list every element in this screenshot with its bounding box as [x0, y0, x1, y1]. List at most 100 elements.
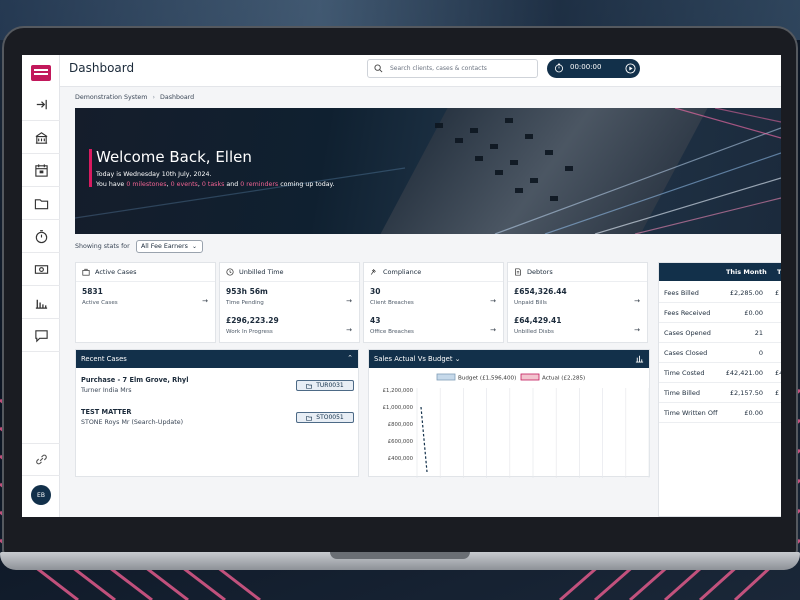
chart-title: Sales Actual Vs Budget	[374, 355, 453, 363]
case-client: Turner India Mrs	[81, 387, 132, 394]
sales-chart-panel: Sales Actual Vs Budget ⌄ Budget (£1,596,…	[368, 349, 650, 478]
search-icon	[374, 64, 383, 73]
arrow-right-icon[interactable]: →	[490, 297, 496, 305]
row-label: Fees Received	[664, 309, 711, 317]
accent-bar	[89, 149, 92, 187]
card-title: Active Cases	[95, 268, 137, 276]
money-icon	[34, 264, 48, 274]
recent-cases-panel: Recent Cases ⌃ Purchase - 7 Elm Grove, R…	[75, 349, 359, 477]
milestones-link[interactable]: 0 milestones	[126, 181, 166, 188]
column-header-truncated: T	[777, 268, 781, 276]
active-cases-label: Active Cases	[82, 300, 118, 306]
tasks-link[interactable]: 0 tasks	[202, 181, 225, 188]
wip-value: £296,223.29	[226, 316, 279, 325]
expand-sidebar-button[interactable]	[22, 88, 60, 121]
card-header: Compliance	[370, 268, 421, 276]
arrow-right-icon[interactable]: →	[634, 297, 640, 305]
breadcrumb-separator: ›	[152, 94, 155, 101]
list-item[interactable]: Purchase - 7 Elm Grove, Rhyl Turner Indi…	[81, 376, 356, 404]
sidebar-item-documents[interactable]	[22, 187, 60, 220]
case-title[interactable]: Purchase - 7 Elm Grove, Rhyl	[81, 376, 188, 384]
debtors-card: Debtors £654,326.44 Unpaid Bills → £64,4…	[507, 262, 648, 343]
sidebar-item-time[interactable]	[22, 220, 60, 253]
row-value-this-month: 0	[758, 349, 763, 357]
card-header: Active Cases	[82, 268, 136, 276]
compliance-card: Compliance 30 Client Breaches → 43 Offic…	[363, 262, 504, 343]
table-header: This Month T	[659, 263, 781, 281]
breadcrumb-item[interactable]: Demonstration System	[75, 94, 147, 101]
chevron-up-icon[interactable]: ⌃	[347, 354, 353, 362]
row-value-this-month: 21	[754, 329, 763, 337]
brand-logo[interactable]	[31, 65, 51, 81]
search-input[interactable]	[390, 62, 535, 75]
folder-icon	[306, 415, 313, 421]
table-row: Fees Received £0.00	[659, 303, 781, 323]
chart-type-icon[interactable]	[635, 354, 644, 365]
row-value-truncated: £	[775, 289, 780, 297]
row-label: Cases Opened	[664, 329, 711, 337]
app-screen: EB Dashboard 00:00:00 Demonstration Syst…	[22, 55, 781, 517]
y-tick-label: £600,000	[388, 439, 414, 445]
table-row: Cases Opened 21	[659, 323, 781, 343]
search-box[interactable]	[367, 59, 538, 78]
legend-swatch	[520, 373, 540, 381]
breadcrumb-item: Dashboard	[159, 94, 195, 101]
table-row: Cases Closed 0	[659, 343, 781, 363]
case-reference-badge[interactable]: TUR0031	[296, 380, 354, 391]
row-label: Time Costed	[664, 369, 705, 377]
arrow-right-icon[interactable]: →	[202, 297, 208, 305]
welcome-title: Welcome Back, Ellen	[96, 148, 252, 166]
y-tick-label: £1,200,000	[383, 388, 414, 394]
arrow-right-icon[interactable]: →	[346, 297, 352, 305]
unbilled-disbs-label: Unbilled Disbs	[514, 329, 554, 335]
fee-earner-select[interactable]: All Fee Earners ⌄	[136, 240, 203, 253]
arrow-right-icon[interactable]: →	[634, 326, 640, 334]
sidebar-item-calendar[interactable]	[22, 154, 60, 187]
legend-label: Budget (£1,596,400)	[458, 376, 516, 382]
case-reference-badge[interactable]: STO0051	[296, 412, 354, 423]
row-value-truncated: £4	[775, 369, 781, 377]
client-breaches-label: Client Breaches	[370, 300, 414, 306]
row-value-this-month: £2,157.50	[729, 389, 763, 397]
office-breaches-label: Office Breaches	[370, 329, 414, 335]
sidebar-item-reports[interactable]	[22, 286, 60, 319]
y-tick-label: £1,000,000	[383, 405, 414, 411]
arrow-right-icon[interactable]: →	[490, 326, 496, 334]
sidebar-item-messages[interactable]	[22, 319, 60, 352]
panel-title[interactable]: Sales Actual Vs Budget ⌄	[374, 355, 460, 363]
card-title: Unbilled Time	[239, 268, 284, 276]
unbilled-time-card: Unbilled Time 953h 56m Time Pending → £2…	[219, 262, 360, 343]
row-value-this-month: £0.00	[744, 309, 763, 317]
sidebar-item-billing[interactable]	[22, 253, 60, 286]
y-tick-label: £800,000	[388, 422, 414, 428]
summary-text: You have	[96, 181, 127, 188]
top-bar: Dashboard 00:00:00	[60, 55, 781, 87]
active-cases-card: Active Cases 5831 Active Cases →	[75, 262, 216, 343]
table-row: Time Written Off £0.00	[659, 403, 781, 423]
link-icon	[35, 454, 47, 465]
sidebar-item-cases[interactable]	[22, 121, 60, 154]
list-item[interactable]: TEST MATTER STONE Roys Mr (Search-Update…	[81, 408, 356, 436]
arrow-right-icon[interactable]: →	[346, 326, 352, 334]
stats-filter-label: Showing stats for	[75, 243, 130, 250]
fee-earner-select-value: All Fee Earners	[141, 243, 188, 250]
row-label: Time Written Off	[664, 409, 718, 417]
sales-chart: Budget (£1,596,400) Actual (£2,285) £1,200…	[383, 373, 650, 478]
welcome-summary: You have 0 milestones, 0 events, 0 tasks…	[96, 181, 334, 188]
card-header: Debtors	[514, 268, 553, 276]
panel-header: Recent Cases ⌃	[76, 350, 358, 368]
welcome-message: Welcome Back, Ellen Today is Wednesday 1…	[89, 148, 359, 202]
case-title[interactable]: TEST MATTER	[81, 408, 131, 416]
document-icon	[515, 268, 521, 276]
play-icon[interactable]	[625, 63, 636, 74]
panel-header: Sales Actual Vs Budget ⌄	[369, 350, 649, 368]
user-avatar[interactable]: EB	[31, 485, 51, 505]
sidebar-item-links[interactable]	[22, 443, 60, 476]
reminders-link[interactable]: 0 reminders	[240, 181, 278, 188]
unbilled-disbs-value: £64,429.41	[514, 316, 562, 325]
timer-value: 00:00:00	[570, 63, 602, 71]
office-breaches-value: 43	[370, 316, 381, 325]
events-link[interactable]: 0 events	[171, 181, 198, 188]
row-label: Fees Billed	[664, 289, 699, 297]
time-recorder[interactable]: 00:00:00	[547, 59, 640, 78]
